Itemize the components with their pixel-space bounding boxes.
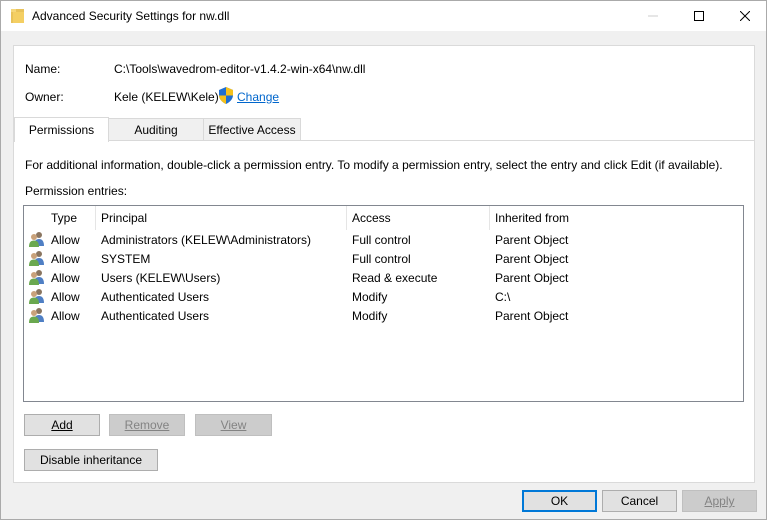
row-type: Allow	[51, 309, 80, 323]
window-title: Advanced Security Settings for nw.dll	[32, 9, 230, 23]
column-divider	[346, 206, 347, 230]
view-button[interactable]: View	[195, 414, 272, 436]
apply-button[interactable]: Apply	[682, 490, 757, 512]
row-type: Allow	[51, 233, 80, 247]
row-access: Modify	[352, 290, 388, 304]
row-principal: Administrators (KELEW\Administrators)	[101, 233, 312, 247]
permissions-info-text: For additional information, double-click…	[25, 158, 723, 172]
minimize-icon	[648, 15, 658, 17]
tab-effective-access[interactable]: Effective Access	[203, 118, 301, 141]
apply-button-label: Apply	[704, 494, 735, 508]
table-row[interactable]: Allow SYSTEM Full control Parent Object	[24, 249, 743, 268]
row-principal: Users (KELEW\Users)	[101, 271, 221, 285]
tab-auditing[interactable]: Auditing	[108, 118, 204, 141]
users-group-icon	[29, 232, 44, 247]
permission-entries-label: Permission entries:	[25, 184, 128, 198]
change-owner-link[interactable]: Change	[237, 90, 279, 104]
permission-entries-list[interactable]: Type Principal Access Inherited from All…	[23, 205, 744, 402]
close-icon	[740, 11, 750, 21]
row-access: Modify	[352, 309, 388, 323]
row-access: Full control	[352, 233, 411, 247]
table-row[interactable]: Allow Authenticated Users Modify C:\	[24, 287, 743, 306]
folder-icon	[11, 9, 24, 23]
maximize-icon	[694, 11, 704, 21]
row-inherited-from: Parent Object	[495, 252, 569, 266]
users-group-icon	[29, 308, 44, 323]
maximize-button[interactable]	[676, 1, 722, 31]
row-type: Allow	[51, 290, 80, 304]
disable-inheritance-button[interactable]: Disable inheritance	[24, 449, 158, 471]
row-inherited-from: Parent Object	[495, 271, 569, 285]
row-principal: SYSTEM	[101, 252, 151, 266]
ok-button[interactable]: OK	[522, 490, 597, 512]
cancel-button-label: Cancel	[620, 494, 659, 508]
column-header-access[interactable]: Access	[352, 211, 391, 225]
advanced-security-dialog: Advanced Security Settings for nw.dll Na…	[0, 0, 767, 520]
row-type: Allow	[51, 271, 80, 285]
title-bar[interactable]: Advanced Security Settings for nw.dll	[1, 1, 766, 31]
column-header-inherited-from[interactable]: Inherited from	[495, 211, 569, 225]
name-label: Name:	[25, 62, 61, 76]
column-divider	[95, 206, 96, 230]
users-group-icon	[29, 270, 44, 285]
row-principal: Authenticated Users	[101, 290, 210, 304]
row-principal: Authenticated Users	[101, 309, 210, 323]
column-divider	[489, 206, 490, 230]
tab-permissions[interactable]: Permissions	[14, 117, 109, 142]
add-button[interactable]: Add	[24, 414, 100, 436]
row-inherited-from: Parent Object	[495, 233, 569, 247]
remove-button[interactable]: Remove	[109, 414, 185, 436]
disable-inheritance-button-label: Disable inheritance	[39, 453, 143, 467]
row-inherited-from: Parent Object	[495, 309, 569, 323]
owner-label: Owner:	[25, 90, 64, 104]
owner-value: Kele (KELEW\Kele)	[114, 90, 219, 104]
column-header-principal[interactable]: Principal	[101, 211, 147, 225]
uac-shield-icon	[219, 87, 233, 104]
name-value: C:\Tools\wavedrom-editor-v1.4.2-win-x64\…	[114, 62, 366, 76]
minimize-button[interactable]	[630, 1, 676, 31]
view-button-label: View	[220, 418, 247, 432]
close-button[interactable]	[722, 1, 767, 31]
add-button-label: Add	[51, 418, 73, 432]
table-row[interactable]: Allow Users (KELEW\Users) Read & execute…	[24, 268, 743, 287]
users-group-icon	[29, 251, 44, 266]
row-access: Read & execute	[352, 271, 438, 285]
remove-button-label: Remove	[124, 418, 170, 432]
row-inherited-from: C:\	[495, 290, 511, 304]
users-group-icon	[29, 289, 44, 304]
row-type: Allow	[51, 252, 80, 266]
column-header-type[interactable]: Type	[51, 211, 77, 225]
table-row[interactable]: Allow Authenticated Users Modify Parent …	[24, 306, 743, 325]
row-access: Full control	[352, 252, 411, 266]
ok-button-label: OK	[550, 494, 569, 508]
table-row[interactable]: Allow Administrators (KELEW\Administrato…	[24, 230, 743, 249]
cancel-button[interactable]: Cancel	[602, 490, 677, 512]
